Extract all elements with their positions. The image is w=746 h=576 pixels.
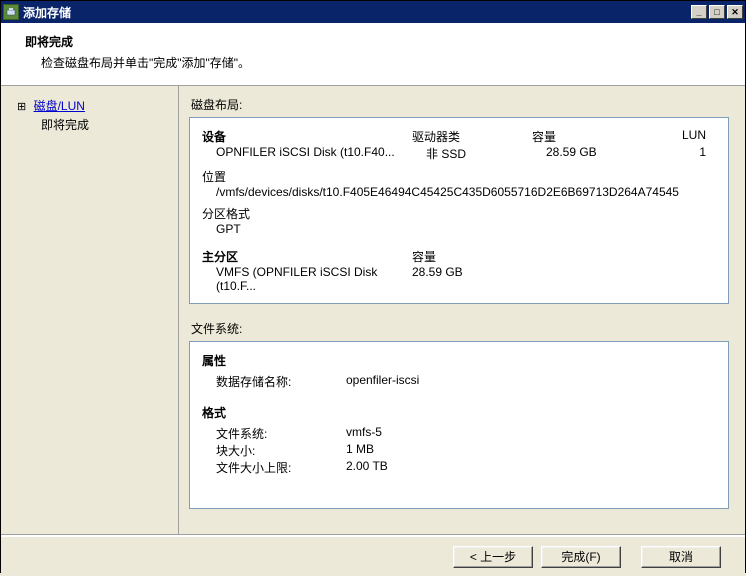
- datastore-name-value: openfiler-iscsi: [346, 373, 419, 390]
- device-lun: 1: [696, 145, 716, 162]
- cancel-button[interactable]: 取消: [641, 546, 721, 568]
- partition-row: VMFS (OPNFILER iSCSI Disk (t10.F... 28.5…: [216, 265, 716, 293]
- sidebar-link-disk-lun[interactable]: 磁盘/LUN: [34, 99, 85, 113]
- max-file-size-value: 2.00 TB: [346, 459, 388, 476]
- primary-partition-header: 主分区: [202, 248, 412, 265]
- col-drive-type: 驱动器类: [412, 128, 532, 145]
- block-size-value: 1 MB: [346, 442, 374, 459]
- device-row: OPNFILER iSCSI Disk (t10.F40... 非 SSD 28…: [216, 145, 716, 162]
- location-value: /vmfs/devices/disks/t10.F405E46494C45425…: [216, 185, 716, 199]
- block-size-label: 块大小:: [216, 442, 346, 459]
- datastore-name-label: 数据存储名称:: [216, 373, 346, 390]
- title-bar: 添加存储 _ □ ✕: [1, 1, 745, 23]
- partfmt-label: 分区格式: [202, 205, 716, 222]
- col-lun: LUN: [682, 128, 716, 145]
- sidebar-label-ready: 即将完成: [41, 118, 89, 132]
- back-button[interactable]: < 上一步: [453, 546, 533, 568]
- wizard-steps-sidebar: 磁盘/LUN 即将完成: [1, 86, 179, 534]
- close-button[interactable]: ✕: [727, 5, 743, 19]
- filesystem-label: 文件系统:: [191, 320, 729, 337]
- finish-button[interactable]: 完成(F): [541, 546, 621, 568]
- sidebar-item-ready: 即将完成: [31, 115, 172, 134]
- content-area: 磁盘布局: 设备 驱动器类 容量 LUN OPNFILER iSCSI Disk…: [179, 86, 745, 534]
- partition-capacity: 28.59 GB: [412, 265, 532, 293]
- format-label: 格式: [202, 404, 716, 421]
- partfmt-value: GPT: [216, 222, 716, 236]
- location-label: 位置: [202, 168, 716, 185]
- fs-type-label: 文件系统:: [216, 425, 346, 442]
- col-device: 设备: [202, 128, 412, 145]
- max-file-size-label: 文件大小上限:: [216, 459, 346, 476]
- partition-name: VMFS (OPNFILER iSCSI Disk (t10.F...: [216, 265, 412, 293]
- device-capacity: 28.59 GB: [546, 145, 696, 162]
- device-drive-type: 非 SSD: [426, 145, 546, 162]
- properties-label: 属性: [202, 352, 716, 369]
- window-title: 添加存储: [23, 4, 689, 21]
- header-title: 即将完成: [25, 33, 721, 50]
- wizard-header: 即将完成 检查磁盘布局并单击"完成"添加"存储"。: [1, 23, 745, 86]
- minimize-button[interactable]: _: [691, 5, 707, 19]
- col-capacity: 容量: [532, 128, 682, 145]
- filesystem-panel: 属性 数据存储名称: openfiler-iscsi 格式 文件系统: vmfs…: [189, 341, 729, 509]
- header-description: 检查磁盘布局并单击"完成"添加"存储"。: [41, 54, 721, 71]
- sidebar-item-disk-lun[interactable]: 磁盘/LUN: [7, 96, 172, 115]
- app-icon: [3, 4, 19, 20]
- fs-type-value: vmfs-5: [346, 425, 382, 442]
- primary-partition-capacity-header: 容量: [412, 248, 532, 265]
- wizard-footer: < 上一步 完成(F) 取消: [1, 536, 745, 576]
- disk-layout-label: 磁盘布局:: [191, 96, 729, 113]
- disk-layout-panel: 设备 驱动器类 容量 LUN OPNFILER iSCSI Disk (t10.…: [189, 117, 729, 304]
- maximize-button[interactable]: □: [709, 5, 725, 19]
- device-name: OPNFILER iSCSI Disk (t10.F40...: [216, 145, 426, 162]
